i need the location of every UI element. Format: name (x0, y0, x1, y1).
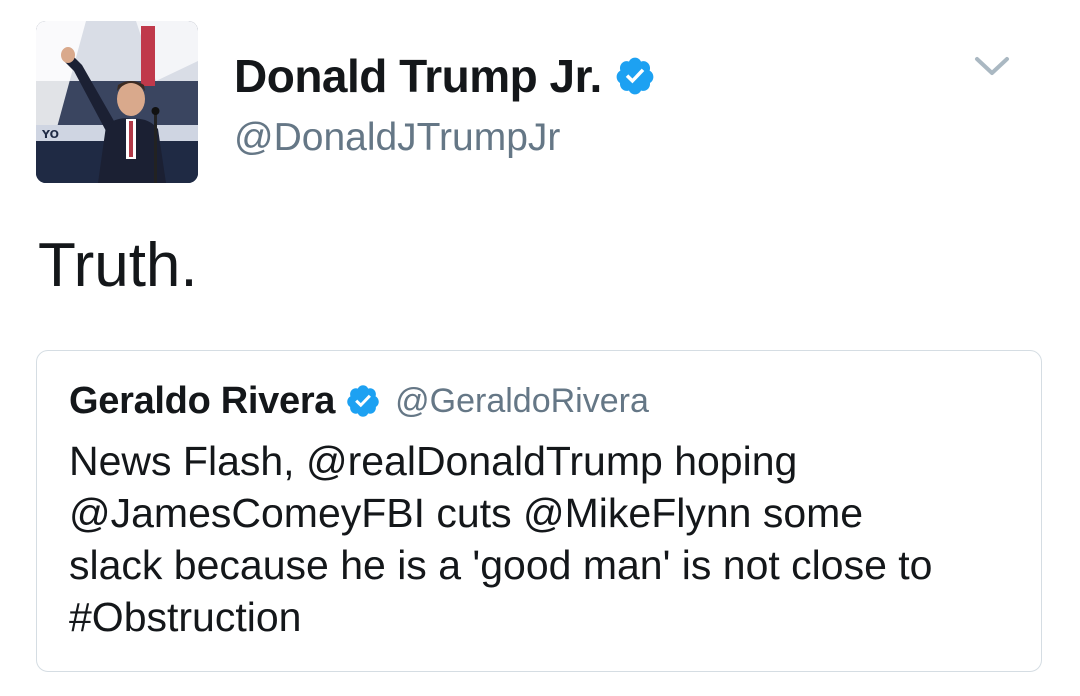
quoted-display-name: Geraldo Rivera (69, 379, 336, 422)
quoted-text-line: News Flash, @realDonaldTrump hoping (69, 438, 798, 484)
avatar[interactable]: YO (36, 21, 198, 183)
display-name[interactable]: Donald Trump Jr. (234, 49, 602, 103)
quoted-tweet-header: Geraldo Rivera @GeraldoRivera (69, 377, 649, 425)
tweet-text: Truth. (38, 231, 198, 300)
quoted-tweet-card[interactable]: Geraldo Rivera @GeraldoRivera News Flash… (36, 350, 1042, 672)
avatar-photo: YO (36, 21, 198, 183)
quoted-tweet-text: News Flash, @realDonaldTrump hoping @Jam… (69, 435, 1019, 643)
verified-badge-icon (345, 383, 381, 419)
quoted-text-line: #Obstruction (69, 594, 302, 640)
quoted-text-line: @JamesComeyFBI cuts @MikeFlynn some (69, 490, 864, 536)
quoted-text-line: slack because he is a 'good man' is not … (69, 542, 933, 588)
quoted-handle: @GeraldoRivera (395, 381, 649, 420)
display-name-row: Donald Trump Jr. (234, 46, 656, 106)
svg-text:YO: YO (41, 128, 59, 141)
author-handle[interactable]: @DonaldJTrumpJr (234, 116, 656, 160)
verified-badge-icon (614, 55, 656, 97)
tweet: YO Donald Trump Jr. @DonaldJTrumpJr Trut… (0, 0, 1080, 696)
author-block: Donald Trump Jr. @DonaldJTrumpJr (234, 46, 656, 160)
chevron-down-icon[interactable] (972, 52, 1012, 80)
